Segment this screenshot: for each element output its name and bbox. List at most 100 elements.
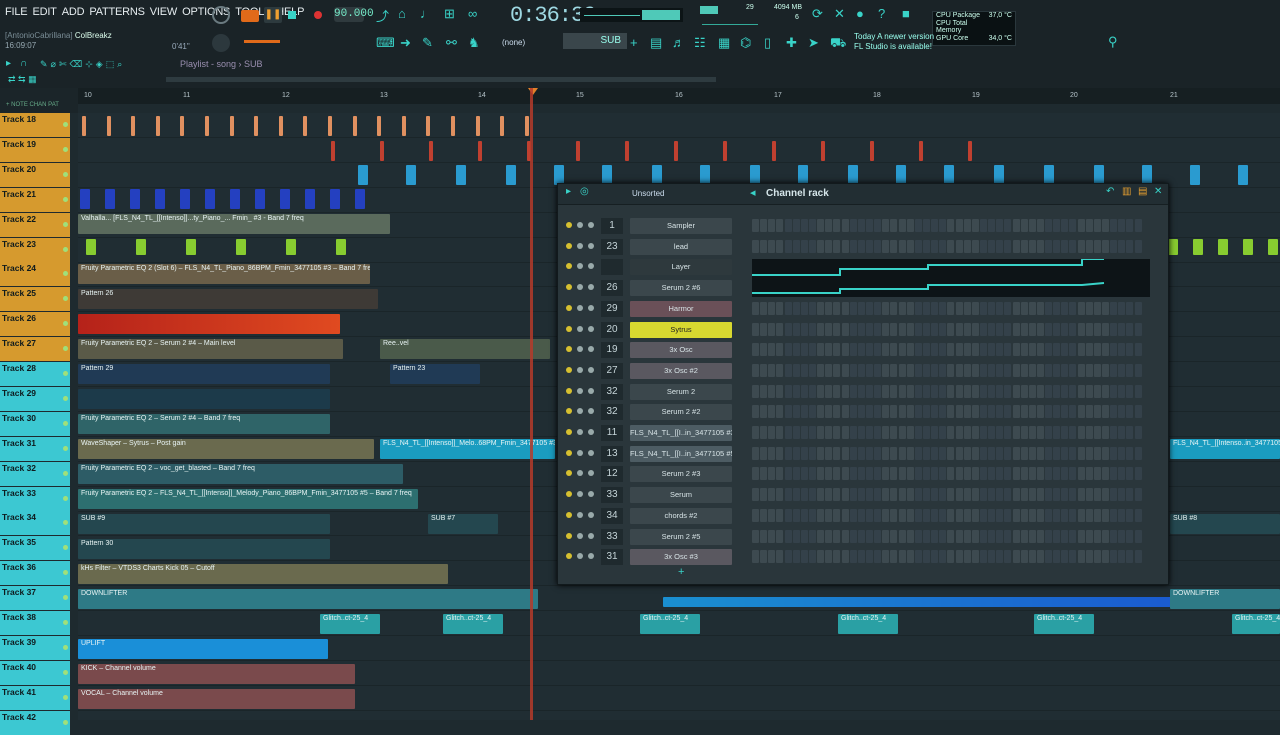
step-button[interactable] [1020,426,1028,439]
step-button[interactable] [988,467,996,481]
tempo-tapper-icon[interactable]: ➤ [808,35,819,51]
step-button[interactable] [1085,488,1093,502]
channel-row[interactable]: 32 Serum 2 #2 [558,402,1168,422]
step-button[interactable] [1004,529,1012,543]
step-button[interactable] [800,508,808,522]
microphone-icon[interactable]: ● [856,6,864,21]
channel-mute-led[interactable] [566,429,572,435]
channel-row[interactable]: 12 Serum 2 #3 [558,464,1168,484]
step-button[interactable] [1061,467,1069,481]
step-button[interactable] [857,343,865,357]
step-button[interactable] [906,239,914,253]
arrow-right-icon[interactable]: ➜ [400,35,411,51]
clip-pattern-blue[interactable] [305,189,315,209]
step-button[interactable] [1012,239,1020,253]
step-button[interactable] [817,363,825,377]
track-header[interactable]: Track 31 [0,436,70,461]
step-button[interactable] [914,384,922,398]
step-button[interactable] [890,529,898,543]
clip-glitch[interactable]: Glitch..ct-25_4 [640,614,700,634]
tuner-icon[interactable]: ✕ [834,6,845,22]
step-button[interactable] [1061,426,1069,439]
step-button[interactable] [776,363,784,377]
step-button[interactable] [1036,508,1044,522]
step-button[interactable] [1028,343,1036,357]
clip-pattern-hat[interactable] [506,165,516,185]
channel-mute-led[interactable] [566,532,572,539]
step-button[interactable] [800,529,808,543]
step-button[interactable] [1004,446,1012,460]
clip-pattern-kick[interactable] [401,116,406,136]
clip-pattern-green[interactable] [286,239,296,255]
clip-automation[interactable]: WaveShaper – Sytrus – Post gain [78,439,374,459]
step-button[interactable] [784,446,792,460]
track-mute-led[interactable] [63,395,68,401]
step-button[interactable] [849,529,857,543]
step-button[interactable] [1036,301,1044,315]
step-button[interactable] [1093,405,1101,419]
clip-audio[interactable]: DOWNLIFTER [1170,589,1280,609]
clip-pattern-hat[interactable] [994,165,1004,185]
step-button[interactable] [1053,343,1061,357]
step-button[interactable] [1126,343,1134,357]
clip-pattern[interactable]: Pattern 26 [78,289,378,309]
step-button[interactable] [1093,219,1101,232]
step-button[interactable] [1085,426,1093,439]
playlist-row[interactable] [78,113,1280,138]
step-button[interactable] [1134,322,1142,336]
clip-pattern-kick[interactable] [377,116,382,136]
step-button[interactable] [1085,529,1093,543]
step-button[interactable] [1118,550,1126,564]
channel-mute-led[interactable] [566,449,572,456]
step-button[interactable] [768,322,776,336]
step-button[interactable] [939,343,947,357]
step-button[interactable] [776,405,784,419]
step-button[interactable] [979,446,987,460]
step-button[interactable] [1053,426,1061,439]
step-button[interactable] [776,446,784,460]
step-button[interactable] [1045,405,1053,419]
channel-volume-knob[interactable] [588,222,594,228]
channel-row[interactable]: 19 3x Osc [558,340,1168,360]
track-mute-led[interactable] [63,620,68,625]
step-sequencer[interactable] [752,426,1152,440]
step-button[interactable] [890,301,898,315]
step-button[interactable] [865,239,873,253]
step-button[interactable] [988,488,996,502]
step-button[interactable] [1134,363,1142,377]
track-header[interactable]: Track 34 [0,511,70,536]
step-button[interactable] [931,488,939,502]
step-button[interactable] [922,529,930,543]
step-button[interactable] [1093,488,1101,502]
step-button[interactable] [760,363,768,377]
step-button[interactable] [1045,426,1053,439]
step-button[interactable] [1069,550,1077,564]
channel-pan-knob[interactable] [577,553,583,560]
step-button[interactable] [1020,343,1028,357]
step-button[interactable] [1053,384,1061,398]
clip-pattern-blue[interactable] [155,189,165,209]
step-button[interactable] [898,550,906,564]
clip-pattern-snare[interactable] [968,141,972,161]
step-button[interactable] [768,239,776,253]
countdown-icon[interactable]: ♩ [420,6,433,21]
step-button[interactable] [898,405,906,419]
step-button[interactable] [996,384,1004,398]
step-button[interactable] [752,405,759,419]
step-button[interactable] [849,405,857,419]
channel-name-button[interactable]: Serum 2 #6 [630,280,732,297]
zoom-icon[interactable]: ⇄ ⇆ ▦ [8,74,37,85]
step-button[interactable] [971,301,979,315]
track-header[interactable]: Track 35 [0,536,70,561]
step-button[interactable] [996,529,1004,543]
step-button[interactable] [768,301,776,315]
step-button[interactable] [1134,239,1142,253]
step-button[interactable] [1126,219,1134,232]
step-button[interactable] [996,488,1004,502]
clip-pattern-blue[interactable] [355,189,365,209]
step-button[interactable] [841,529,849,543]
step-button[interactable] [988,343,996,357]
channel-row[interactable]: 23 lead [558,237,1168,257]
step-button[interactable] [800,467,808,481]
step-button[interactable] [931,301,939,315]
